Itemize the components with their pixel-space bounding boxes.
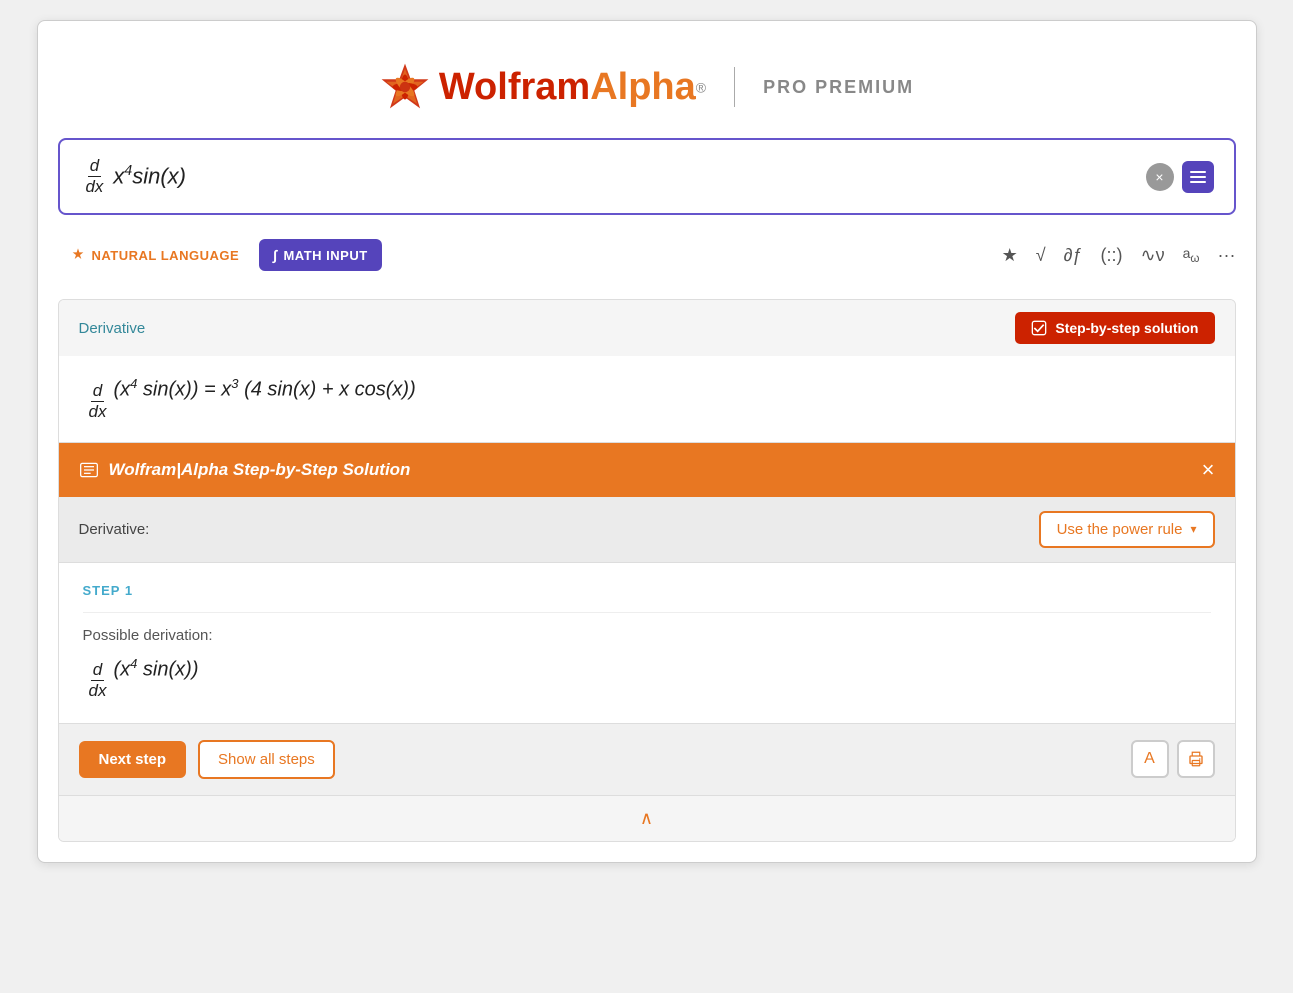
next-step-button[interactable]: Next step (79, 741, 187, 778)
menu-line-1 (1190, 171, 1206, 173)
step-by-step-button[interactable]: Step-by-step solution (1015, 312, 1214, 344)
result-formula: d dx (x4 sin(x)) = x3 (4 sin(x) + x cos(… (59, 356, 1235, 443)
step-panel-close-button[interactable]: × (1202, 457, 1215, 483)
logo-alpha: Alpha (590, 66, 696, 108)
logo-text: WolframAlpha® (439, 66, 706, 109)
printer-icon (1187, 750, 1205, 768)
show-all-steps-button[interactable]: Show all steps (198, 740, 335, 779)
step-panel: Wolfram|Alpha Step-by-Step Solution × De… (59, 443, 1235, 841)
natural-language-button[interactable]: Natural Language (58, 241, 252, 269)
step-panel-title: Wolfram|Alpha Step-by-Step Solution (79, 460, 411, 480)
power-rule-button[interactable]: Use the power rule ▾ (1039, 511, 1215, 548)
toolbar-left: Natural Language ∫ Math Input (58, 239, 382, 271)
search-box: d dx x4sin(x) × (58, 138, 1236, 215)
power-rule-chevron-icon: ▾ (1190, 522, 1196, 536)
step-description: Possible derivation: (83, 627, 1211, 644)
result-card: Derivative Step-by-step solution d dx (x… (58, 299, 1236, 842)
toolbar: Natural Language ∫ Math Input ★ √ ∂ƒ (::… (58, 231, 1236, 279)
step-body: STEP 1 Possible derivation: d dx (x4 sin… (59, 563, 1235, 723)
math-input-icon: ∫ (273, 247, 277, 263)
clear-button[interactable]: × (1146, 163, 1174, 191)
more-icon[interactable]: ··· (1218, 245, 1236, 266)
formula-lhs: (x4 sin(x)) = x3 (4 sin(x) + x cos(x)) (113, 376, 415, 402)
step-solution-label: Step-by-step solution (1055, 320, 1198, 336)
step-panel-header: Wolfram|Alpha Step-by-Step Solution × (59, 443, 1235, 497)
alpha-sub-icon[interactable]: aω (1183, 245, 1200, 265)
result-title: Derivative (79, 320, 146, 337)
formula-text: x4sin(x) (113, 163, 186, 189)
wave-icon[interactable]: ∿ν (1141, 245, 1165, 266)
checkbox-icon (1031, 320, 1047, 336)
menu-button[interactable] (1182, 161, 1214, 193)
result-header: Derivative Step-by-step solution (59, 300, 1235, 356)
formula-d-dx: d dx (87, 381, 109, 422)
page-wrapper: WolframAlpha® PRO PREMIUM d dx x4sin(x) … (37, 20, 1257, 863)
header: WolframAlpha® PRO PREMIUM (58, 41, 1236, 138)
step-footer-right: A (1131, 740, 1215, 778)
sqrt-icon[interactable]: √ (1036, 245, 1046, 266)
star-toolbar-icon[interactable]: ★ (1002, 245, 1018, 266)
wolfram-star-icon (379, 61, 431, 113)
step-footer: Next step Show all steps A (59, 723, 1235, 795)
formula-display: d dx (x4 sin(x)) = x3 (4 sin(x) + x cos(… (83, 376, 416, 422)
matrix-icon[interactable]: (::) (1101, 245, 1123, 266)
header-divider (734, 67, 735, 107)
step-formula: d dx (x4 sin(x)) (83, 656, 1211, 702)
power-rule-label: Use the power rule (1057, 521, 1183, 538)
step-panel-title-text: Wolfram|Alpha Step-by-Step Solution (109, 460, 411, 480)
step-formula-rhs: (x4 sin(x)) (113, 656, 198, 682)
font-size-button[interactable]: A (1131, 740, 1169, 778)
logo-wolfram: Wolfram (439, 66, 590, 108)
step-footer-left: Next step Show all steps (79, 740, 335, 779)
step-formula-display: d dx (x4 sin(x)) (83, 656, 199, 702)
step-d-dx: d dx (87, 660, 109, 701)
natural-lang-icon (70, 247, 86, 263)
math-input-label: Math Input (283, 248, 367, 263)
menu-line-3 (1190, 181, 1206, 183)
math-input-button[interactable]: ∫ Math Input (259, 239, 382, 271)
menu-line-2 (1190, 176, 1206, 178)
toolbar-right: ★ √ ∂ƒ (::) ∿ν aω ··· (1002, 245, 1236, 266)
search-section: d dx x4sin(x) × (58, 138, 1236, 215)
collapse-arrow-icon: ∧ (640, 808, 653, 829)
wolfram-logo: WolframAlpha® (379, 61, 706, 113)
collapse-bar[interactable]: ∧ (59, 795, 1235, 841)
search-formula: d dx x4sin(x) (80, 156, 187, 197)
step-1-label: STEP 1 (83, 583, 1211, 598)
search-actions: × (1146, 161, 1214, 193)
natural-language-label: Natural Language (92, 248, 240, 263)
derivative-operator: d dx (84, 156, 106, 197)
pro-premium-label: PRO PREMIUM (763, 77, 914, 98)
logo-reg: ® (696, 79, 706, 95)
partial-icon[interactable]: ∂ƒ (1064, 245, 1083, 266)
print-button[interactable] (1177, 740, 1215, 778)
derivative-row: Derivative: Use the power rule ▾ (59, 497, 1235, 563)
panel-icon (79, 460, 99, 480)
derivative-label: Derivative: (79, 521, 150, 538)
step-divider (83, 612, 1211, 613)
